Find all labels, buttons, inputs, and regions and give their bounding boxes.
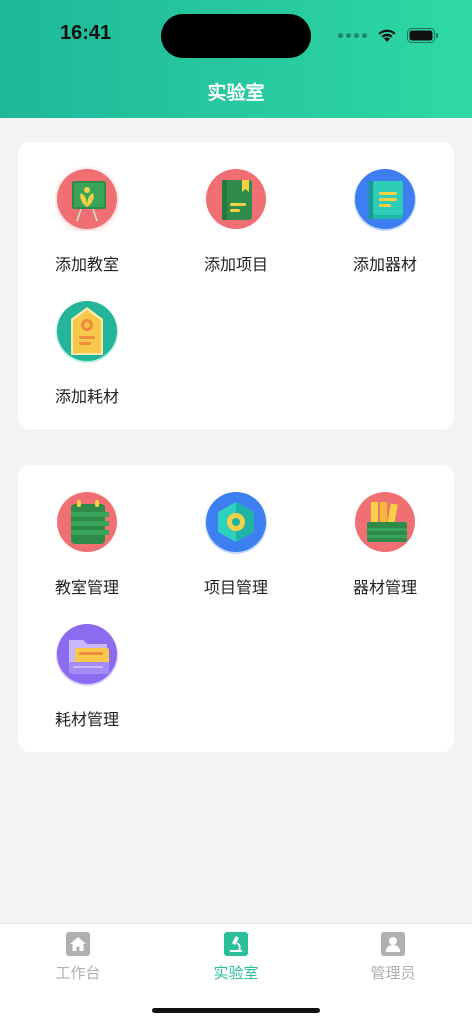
consumable-management-label: 耗材管理 [54,710,119,729]
tab-administrator-label: 管理员 [370,964,416,982]
header-bar: 16:41 实验室 [0,0,472,118]
person-icon [381,932,405,956]
status-time: 16:41 [60,22,112,44]
manage-section-card: 教室管理 项目管理 器材管理 耗材管理 [18,465,454,752]
classroom-management-label: 教室管理 [54,578,119,597]
classroom-board-icon [55,167,119,231]
consumable-tag-icon [55,299,119,363]
tab-workbench-label: 工作台 [55,964,101,982]
tab-laboratory-label: 实验室 [213,964,259,982]
consumable-management-button[interactable]: 耗材管理 [32,622,142,730]
project-management-button[interactable]: 项目管理 [181,490,291,598]
add-equipment-button[interactable]: 添加器材 [330,167,440,275]
microscope-icon [224,932,248,956]
project-hexagon-icon [204,490,268,554]
project-management-label: 项目管理 [203,578,268,597]
add-equipment-label: 添加器材 [352,255,417,274]
add-classroom-button[interactable]: 添加教室 [32,167,142,275]
classroom-list-icon [55,490,119,554]
equipment-shelf-icon [353,490,417,554]
add-consumable-button[interactable]: 添加耗材 [32,299,142,407]
cellular-signal-icon [338,32,367,38]
add-project-label: 添加项目 [203,255,268,274]
home-indicator[interactable] [152,1008,320,1013]
add-consumable-label: 添加耗材 [54,387,119,406]
tab-workbench[interactable]: 工作台 [28,932,128,983]
battery-icon [407,27,438,43]
add-section-card: 添加教室 添加项目 添加器材 添加耗材 [18,142,454,429]
camera-notch [161,14,311,58]
equipment-management-label: 器材管理 [352,578,417,597]
classroom-management-button[interactable]: 教室管理 [32,490,142,598]
add-classroom-label: 添加教室 [54,255,119,274]
wifi-icon [378,29,396,42]
add-project-button[interactable]: 添加项目 [181,167,291,275]
equipment-management-button[interactable]: 器材管理 [330,490,440,598]
project-book-icon [204,167,268,231]
page-title: 实验室 [207,82,265,104]
tab-laboratory[interactable]: 实验室 [186,932,286,983]
tab-administrator[interactable]: 管理员 [343,932,443,983]
status-icons [338,26,439,44]
equipment-board-icon [353,167,417,231]
home-icon [66,932,90,956]
consumable-folder-icon [55,622,119,686]
